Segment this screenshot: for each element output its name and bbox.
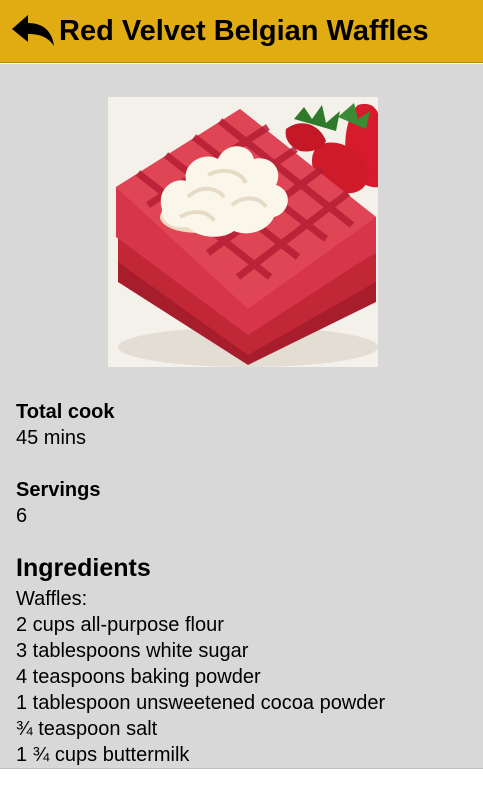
list-item: 1 ¾ cups buttermilk	[16, 744, 190, 766]
back-button[interactable]	[0, 0, 58, 63]
list-item: 3 tablespoons white sugar	[16, 640, 249, 662]
list-item: 1 tablespoon unsweetened cocoa powder	[16, 692, 386, 714]
back-arrow-icon	[12, 15, 54, 46]
list-item: Waffles:	[16, 588, 88, 610]
total-cook-value: 45 mins	[16, 427, 87, 449]
list-item: ¾ teaspoon salt	[16, 718, 158, 740]
recipe-photo	[108, 97, 378, 367]
ingredients-list: Waffles: 2 cups all-purpose flour 3 tabl…	[16, 586, 385, 768]
recipe-screen: Red Velvet Belgian Waffles Total cook 45…	[0, 0, 483, 797]
app-bar: Red Velvet Belgian Waffles	[0, 0, 483, 63]
total-cook-label: Total cook	[16, 401, 115, 423]
bottom-area	[0, 768, 483, 797]
list-item: 2 cups all-purpose flour	[16, 614, 224, 636]
ingredients-heading: Ingredients	[16, 554, 151, 582]
list-item: 4 teaspoons baking powder	[16, 666, 261, 688]
servings-value: 6	[16, 505, 28, 527]
page-title: Red Velvet Belgian Waffles	[59, 14, 429, 47]
recipe-content: Total cook 45 mins Servings 6 Ingredient…	[0, 64, 483, 768]
servings-label: Servings	[16, 479, 101, 501]
